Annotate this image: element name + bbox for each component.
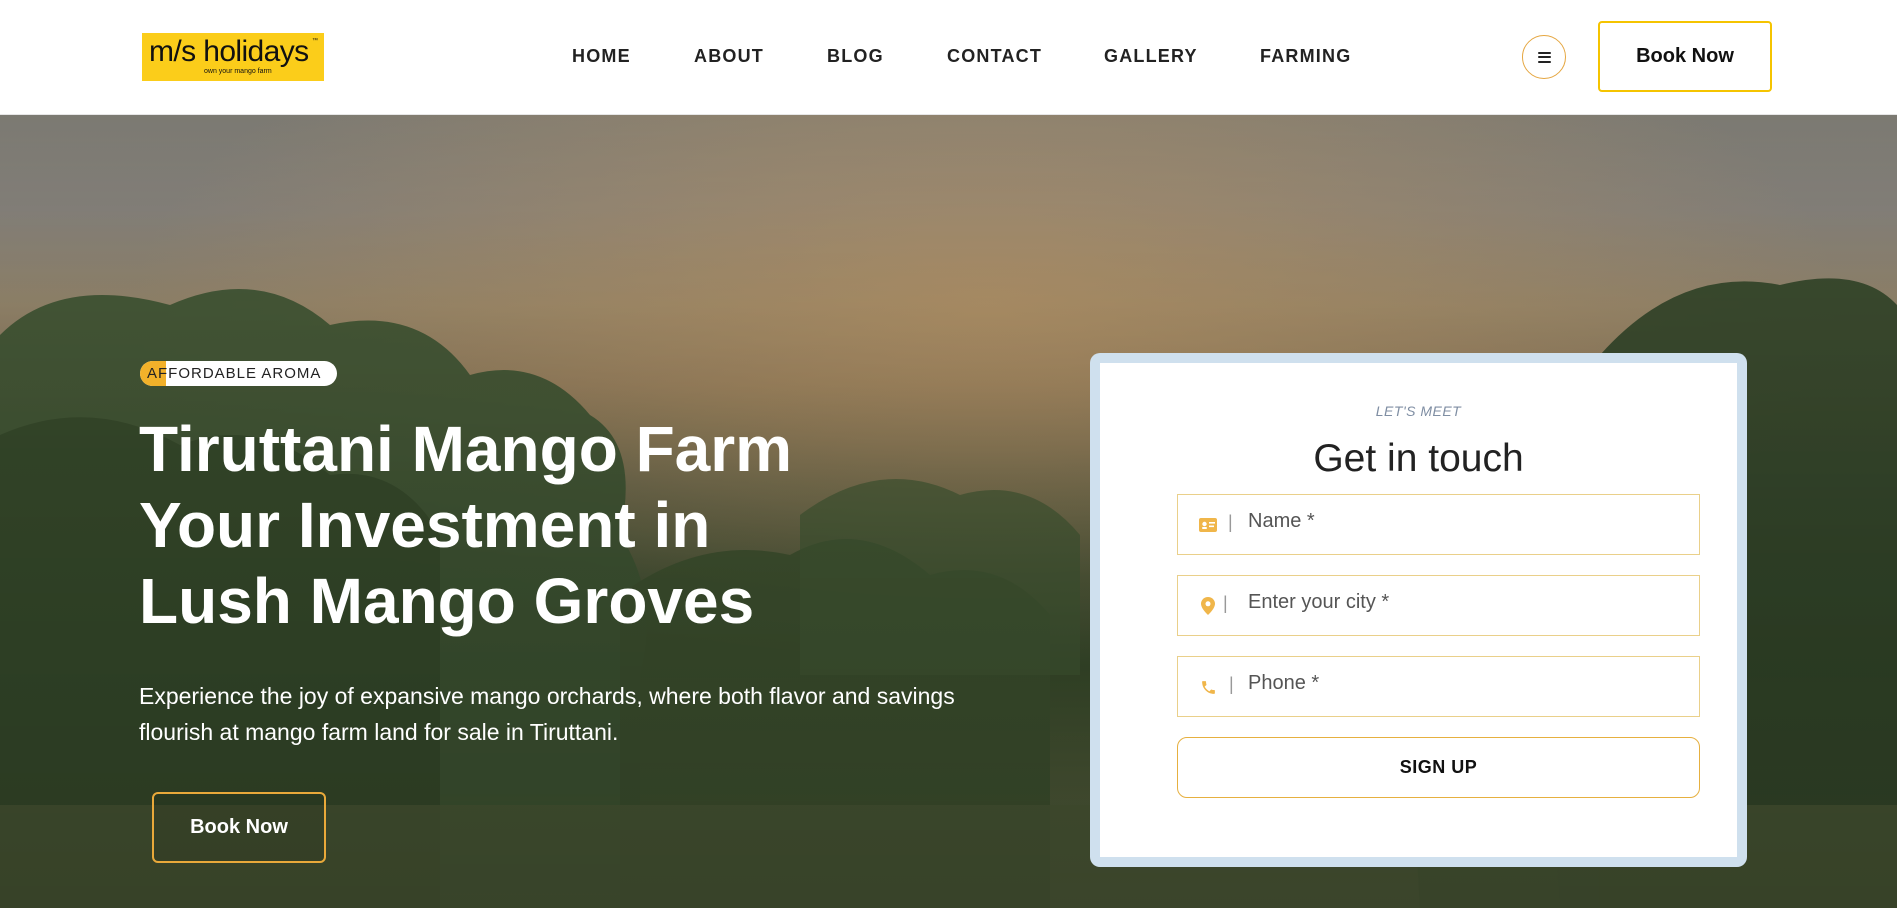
logo-tagline: own your mango farm: [204, 68, 272, 75]
logo-text: m/s holidays: [149, 35, 309, 68]
logo-trademark: ™: [312, 38, 318, 44]
book-now-header-button[interactable]: Book Now: [1598, 21, 1772, 92]
nav-blog[interactable]: BLOG: [827, 46, 884, 67]
sign-up-button[interactable]: SIGN UP: [1177, 737, 1700, 798]
form-eyebrow: LET'S MEET: [1375, 403, 1462, 419]
nav-contact[interactable]: CONTACT: [947, 46, 1042, 67]
menu-button[interactable]: [1522, 35, 1566, 79]
hero-title: Tiruttani Mango Farm Your Investment in …: [139, 411, 959, 639]
name-input[interactable]: [1248, 505, 1688, 537]
nav-about[interactable]: ABOUT: [694, 46, 764, 67]
nav-farming[interactable]: FARMING: [1260, 46, 1351, 67]
book-now-hero-button[interactable]: Book Now: [152, 792, 326, 863]
phone-icon: [1198, 677, 1218, 697]
phone-input[interactable]: [1248, 667, 1688, 699]
site-header: m/s holidays ™ own your mango farm HOME …: [0, 0, 1897, 115]
hero-description: Experience the joy of expansive mango or…: [139, 683, 955, 745]
brand-logo[interactable]: m/s holidays ™ own your mango farm: [142, 33, 324, 81]
nav-home[interactable]: HOME: [572, 46, 631, 67]
hero-title-line-1: Tiruttani Mango Farm: [139, 413, 793, 485]
city-field[interactable]: |: [1177, 575, 1700, 636]
form-title: Get in touch: [1313, 437, 1524, 480]
location-pin-icon: [1198, 596, 1218, 616]
hero-tag-badge: AFFORDABLE AROMA: [140, 361, 338, 386]
name-field[interactable]: |: [1177, 494, 1700, 555]
hero-tag-text: AFFORDABLE AROMA: [147, 365, 322, 382]
phone-field[interactable]: |: [1177, 656, 1700, 717]
contact-form-card: LET'S MEET Get in touch | | | SIGN UP: [1100, 363, 1737, 857]
hamburger-icon: [1537, 51, 1551, 63]
nav-gallery[interactable]: GALLERY: [1104, 46, 1198, 67]
city-input[interactable]: [1248, 586, 1688, 618]
hero-title-line-2: Your Investment in: [139, 489, 711, 561]
hero-title-line-3: Lush Mango Groves: [139, 565, 755, 637]
id-card-icon: [1198, 515, 1218, 535]
